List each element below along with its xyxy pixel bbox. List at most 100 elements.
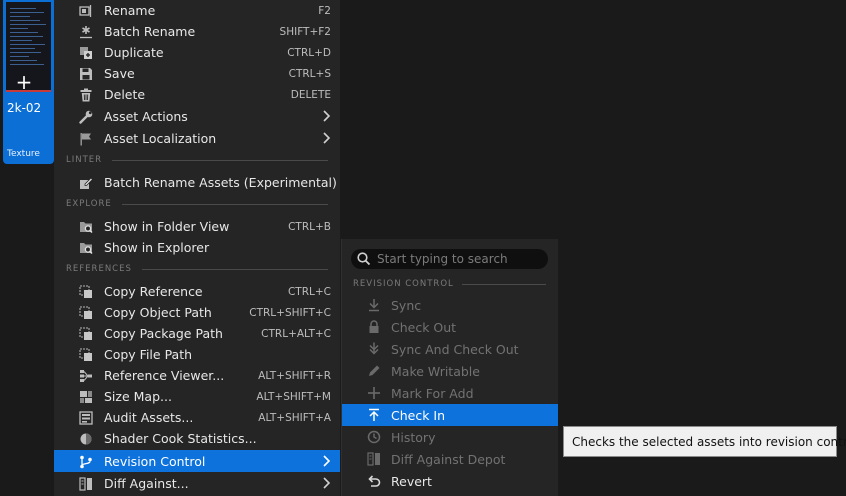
shortcut: ALT+SHIFT+R	[258, 369, 331, 382]
menu-item-copy-reference[interactable]: Copy Reference CTRL+C	[54, 281, 340, 302]
menu-item-label: Copy Object Path	[104, 305, 212, 320]
branch-icon	[78, 454, 94, 470]
menu-item-copy-object-path[interactable]: Copy Object Path CTRL+SHIFT+C	[54, 302, 340, 323]
menu-item-duplicate[interactable]: Duplicate CTRL+D	[54, 42, 340, 63]
clock-icon	[366, 429, 382, 445]
copy-icon	[78, 326, 94, 342]
wrench-icon	[78, 109, 94, 125]
menu-item-label: Show in Folder View	[104, 219, 230, 234]
pencil-icon	[366, 363, 382, 379]
menu-item-label: Revision Control	[104, 453, 206, 469]
menu-item-label: Delete	[104, 87, 146, 102]
rename-icon	[78, 3, 94, 19]
menu-item-size-map[interactable]: Size Map... ALT+SHIFT+M	[54, 386, 340, 407]
menu-item-revision-control[interactable]: Revision Control	[54, 450, 340, 472]
search-icon	[356, 251, 372, 267]
shortcut: F2	[318, 4, 331, 17]
search-placeholder: Start typing to search	[377, 252, 508, 266]
menu-item-delete[interactable]: Delete DELETE	[54, 84, 340, 105]
submenu-item-make-writable[interactable]: Make Writable	[342, 360, 558, 382]
menu-item-label: Asset Actions	[104, 108, 188, 124]
search-input[interactable]: Start typing to search	[351, 249, 548, 269]
menu-item-copy-file-path[interactable]: Copy File Path	[54, 344, 340, 365]
menu-item-label: Reference Viewer...	[104, 368, 225, 383]
shader-icon	[78, 431, 94, 447]
download-icon	[366, 297, 382, 313]
shortcut: ALT+SHIFT+M	[256, 390, 331, 403]
menu-item-label: Shader Cook Statistics...	[104, 431, 257, 446]
submenu-item-diff-against-depot[interactable]: Diff Against Depot	[342, 448, 558, 470]
shortcut: SHIFT+F2	[279, 25, 331, 38]
submenu-item-label: Check Out	[391, 320, 457, 335]
copy-icon	[78, 284, 94, 300]
shortcut: CTRL+C	[287, 285, 331, 298]
menu-item-label: Asset Localization	[104, 130, 217, 146]
size-map-icon	[78, 389, 94, 405]
submenu-item-label: History	[391, 430, 436, 445]
plus-icon: +	[15, 70, 33, 94]
chevron-right-icon	[321, 110, 331, 122]
menu-item-show-in-folder-view[interactable]: Show in Folder View CTRL+B	[54, 216, 340, 237]
folder-search-icon	[78, 219, 94, 235]
duplicate-icon	[78, 45, 94, 61]
submenu-item-sync-and-check-out[interactable]: Sync And Check Out	[342, 338, 558, 360]
submenu-item-check-in[interactable]: Check In	[342, 404, 558, 426]
revision-control-submenu: Start typing to search REVISION CONTROL …	[341, 239, 558, 496]
menu-item-batch-rename[interactable]: Batch Rename SHIFT+F2	[54, 21, 340, 42]
context-menu: Rename F2 Batch Rename SHIFT+F2 Duplicat…	[54, 0, 341, 496]
menu-item-diff-against[interactable]: Diff Against...	[54, 472, 340, 494]
audit-icon	[78, 410, 94, 426]
submenu-item-revert[interactable]: Revert	[342, 470, 558, 492]
menu-item-save[interactable]: Save CTRL+S	[54, 63, 340, 84]
asterisk-icon	[78, 24, 94, 40]
shortcut: CTRL+SHIFT+C	[249, 306, 331, 319]
menu-item-label: Diff Against...	[104, 475, 189, 491]
submenu-item-label: Revert	[391, 474, 432, 489]
menu-item-audit-assets[interactable]: Audit Assets... ALT+SHIFT+A	[54, 407, 340, 428]
menu-item-show-in-explorer[interactable]: Show in Explorer	[54, 237, 340, 258]
flag-icon	[78, 131, 94, 147]
asset-tile[interactable]: + 2k-02 Texture	[3, 0, 54, 164]
lock-icon	[366, 319, 382, 335]
rename-tool-icon	[78, 175, 94, 191]
menu-item-label: Audit Assets...	[104, 410, 194, 425]
section-header-linter: LINTER	[66, 153, 328, 167]
submenu-item-label: Mark For Add	[391, 386, 474, 401]
upload-icon	[366, 407, 382, 423]
shortcut: CTRL+B	[288, 220, 331, 233]
chevron-right-icon	[321, 132, 331, 144]
menu-item-reference-viewer[interactable]: Reference Viewer... ALT+SHIFT+R	[54, 365, 340, 386]
save-icon	[78, 66, 94, 82]
menu-item-asset-actions[interactable]: Asset Actions	[54, 105, 340, 127]
chevron-right-icon	[321, 455, 331, 467]
submenu-item-mark-for-add[interactable]: Mark For Add	[342, 382, 558, 404]
menu-item-rename[interactable]: Rename F2	[54, 0, 340, 21]
menu-item-label: Size Map...	[104, 389, 172, 404]
submenu-item-label: Sync And Check Out	[391, 342, 519, 357]
menu-item-label: Copy Reference	[104, 284, 203, 299]
menu-item-batch-rename-assets[interactable]: Batch Rename Assets (Experimental)	[54, 171, 340, 193]
menu-item-label: Save	[104, 66, 135, 81]
copy-icon	[78, 347, 94, 363]
plus-icon	[366, 385, 382, 401]
submenu-item-check-out[interactable]: Check Out	[342, 316, 558, 338]
menu-item-label: Copy File Path	[104, 347, 193, 362]
asset-name: 2k-02	[7, 101, 42, 115]
submenu-item-history[interactable]: History	[342, 426, 558, 448]
shortcut: DELETE	[290, 88, 331, 101]
tooltip: Checks the selected assets into revision…	[563, 426, 846, 457]
diff-icon	[78, 476, 94, 492]
menu-item-label: Copy Package Path	[104, 326, 223, 341]
shortcut: CTRL+D	[287, 46, 331, 59]
menu-item-asset-localization[interactable]: Asset Localization	[54, 127, 340, 149]
menu-item-label: Batch Rename Assets (Experimental)	[104, 174, 337, 190]
menu-item-label: Show in Explorer	[104, 240, 210, 255]
submenu-item-sync[interactable]: Sync	[342, 294, 558, 316]
menu-item-shader-cook-statistics[interactable]: Shader Cook Statistics...	[54, 428, 340, 449]
chevron-right-icon	[321, 477, 331, 489]
menu-item-label: Batch Rename	[104, 24, 196, 39]
trash-icon	[78, 87, 94, 103]
section-header-references: REFERENCES	[66, 262, 328, 276]
shortcut: CTRL+ALT+C	[261, 327, 331, 340]
menu-item-copy-package-path[interactable]: Copy Package Path CTRL+ALT+C	[54, 323, 340, 344]
